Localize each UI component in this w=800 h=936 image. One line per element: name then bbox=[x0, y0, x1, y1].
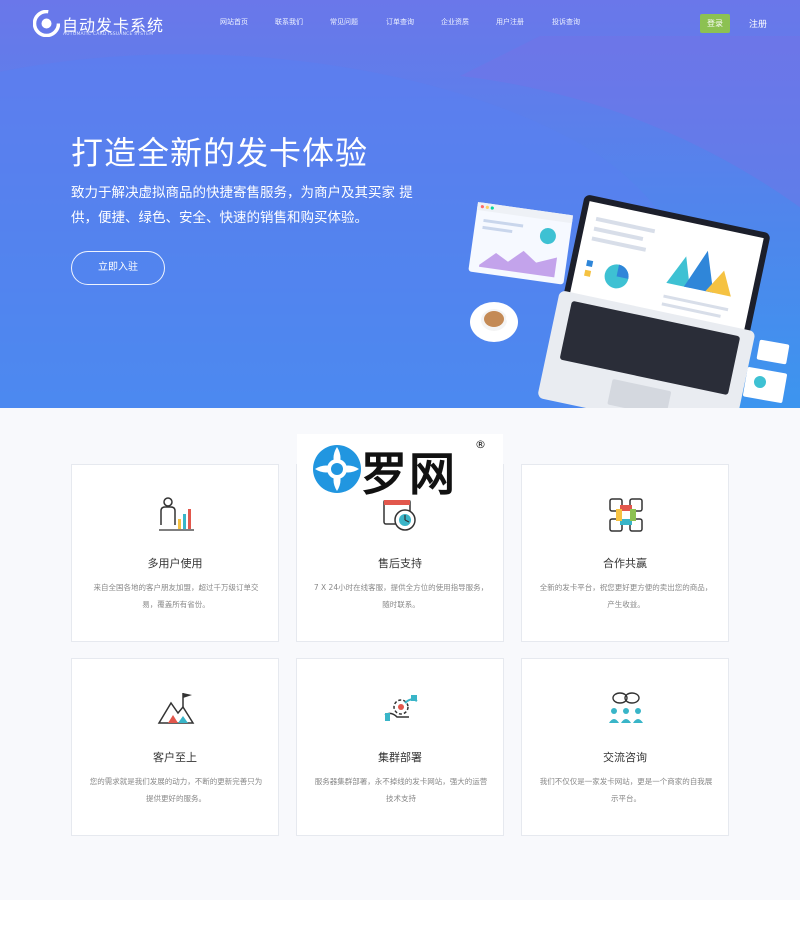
feature-title: 合作共赢 bbox=[603, 557, 647, 570]
feature-title: 多用户使用 bbox=[147, 557, 203, 570]
feature-description: 来自全国各地的客户朋友加盟，超过千万级订单交易，覆盖所有省份。 bbox=[93, 583, 259, 609]
watermark-registered: ® bbox=[475, 438, 486, 451]
feature-card[interactable]: 集群部署 服务器集群部署，永不掉线的发卡网站，强大的运营技术支持 bbox=[296, 658, 504, 836]
login-button[interactable]: 登录 bbox=[700, 14, 730, 33]
watermark-text: 罗网 bbox=[361, 447, 457, 501]
nav-credentials[interactable]: 企业资质 bbox=[441, 17, 469, 27]
watermark-emblem-icon bbox=[313, 445, 361, 493]
feature-card[interactable]: 合作共赢 全新的发卡平台，祝您更好更方便的卖出您的商品，产生收益。 bbox=[521, 464, 729, 642]
hero-section: 自动发卡系统 AUTOMATIC CARD ISSUANCE SYSTEM 网站… bbox=[0, 0, 800, 408]
laptop-illustration bbox=[468, 195, 790, 408]
watermark-logo: 罗网 ® bbox=[297, 434, 503, 501]
hero-description: 致力于解决虚拟商品的快捷寄售服务，为商户及其买家 提供，便捷、绿色、安全、快速的… bbox=[71, 185, 413, 226]
users-chart-icon bbox=[159, 497, 194, 531]
nav-faq[interactable]: 常见问题 bbox=[330, 17, 358, 27]
group-chat-icon bbox=[609, 692, 643, 723]
feature-description: 全新的发卡平台，祝您更好更方便的卖出您的商品，产生收益。 bbox=[539, 583, 713, 609]
feature-title: 客户至上 bbox=[153, 751, 197, 764]
feature-card[interactable]: 客户至上 您的需求就是我们发展的动力，不断的更新完善只为提供更好的服务。 bbox=[71, 658, 279, 836]
feature-description: 服务器集群部署，永不掉线的发卡网站，强大的运营技术支持 bbox=[314, 777, 488, 803]
feature-title: 售后支持 bbox=[378, 557, 422, 570]
feature-card[interactable]: 交流咨询 我们不仅仅是一家发卡网站，更是一个商家的自我展示平台。 bbox=[521, 658, 729, 836]
nav-register[interactable]: 用户注册 bbox=[496, 17, 524, 27]
feature-title: 交流咨询 bbox=[603, 751, 647, 764]
nav-contact[interactable]: 联系我们 bbox=[275, 17, 303, 27]
nav-home[interactable]: 网站首页 bbox=[220, 17, 248, 27]
mountain-flag-icon bbox=[157, 693, 195, 724]
feature-description: 7 X 24小时在线客服，提供全方位的使用指导服务，随时联系。 bbox=[313, 583, 489, 609]
logo-icon bbox=[33, 10, 60, 37]
feature-description: 我们不仅仅是一家发卡网站，更是一个商家的自我展示平台。 bbox=[539, 777, 713, 803]
feature-description: 您的需求就是我们发展的动力，不断的更新完善只为提供更好的服务。 bbox=[89, 777, 263, 803]
gear-hand-icon bbox=[384, 695, 418, 721]
handshake-icon bbox=[609, 498, 643, 532]
nav-orders[interactable]: 订单查询 bbox=[386, 17, 414, 27]
join-now-button[interactable]: 立即入驻 bbox=[71, 251, 165, 285]
nav-complaints[interactable]: 投诉查询 bbox=[552, 17, 580, 27]
page-bottom-area bbox=[0, 900, 800, 936]
feature-title: 集群部署 bbox=[378, 751, 422, 764]
brand-logo[interactable]: 自动发卡系统 AUTOMATIC CARD ISSUANCE SYSTEM bbox=[33, 10, 163, 40]
brand-subtitle: AUTOMATIC CARD ISSUANCE SYSTEM bbox=[63, 32, 154, 37]
register-link[interactable]: 注册 bbox=[749, 17, 767, 30]
feature-card[interactable]: 多用户使用 来自全国各地的客户朋友加盟，超过千万级订单交易，覆盖所有省份。 bbox=[71, 464, 279, 642]
hero-title: 打造全新的发卡体验 bbox=[71, 134, 369, 172]
